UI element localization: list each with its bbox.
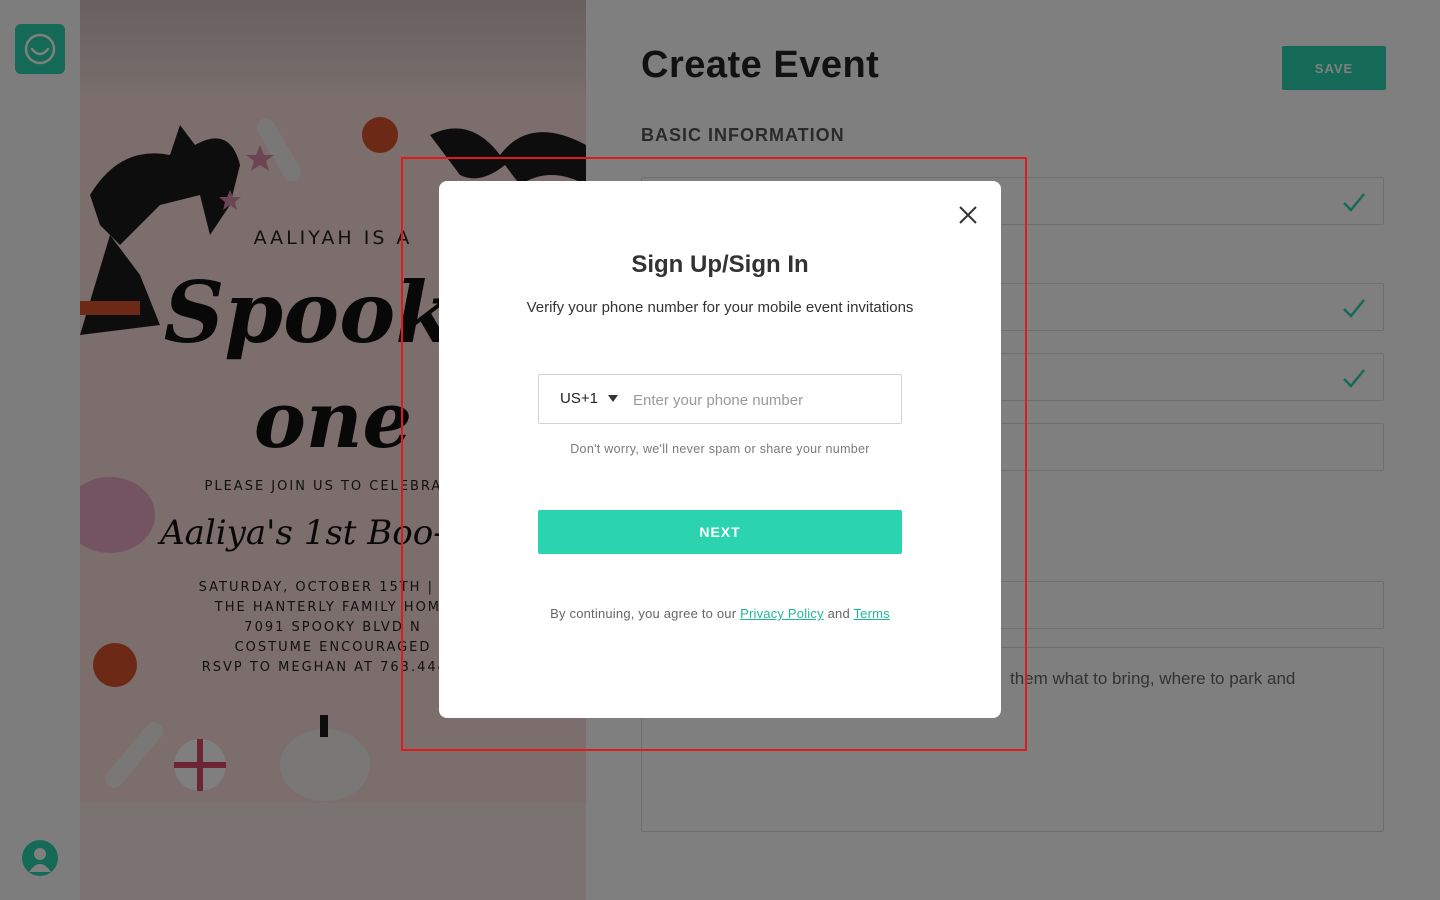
next-button[interactable]: NEXT <box>538 510 902 554</box>
country-code-value: US+1 <box>560 390 598 407</box>
terms-link[interactable]: Terms <box>853 606 889 621</box>
phone-number-input[interactable] <box>631 376 895 424</box>
signin-modal: Sign Up/Sign In Verify your phone number… <box>439 181 1001 718</box>
legal-and: and <box>827 606 850 621</box>
modal-subtitle: Verify your phone number for your mobile… <box>526 299 914 316</box>
country-code-select[interactable]: US+1 <box>539 375 627 423</box>
privacy-note: Don't worry, we'll never spam or share y… <box>570 442 870 456</box>
phone-field: US+1 <box>538 374 902 424</box>
privacy-policy-link[interactable]: Privacy Policy <box>740 606 824 621</box>
close-icon[interactable] <box>957 204 979 226</box>
caret-down-icon <box>608 395 618 402</box>
modal-title: Sign Up/Sign In <box>631 251 809 278</box>
legal-text: By continuing, you agree to our Privacy … <box>439 606 1001 621</box>
legal-prefix: By continuing, you agree to our <box>550 606 737 621</box>
